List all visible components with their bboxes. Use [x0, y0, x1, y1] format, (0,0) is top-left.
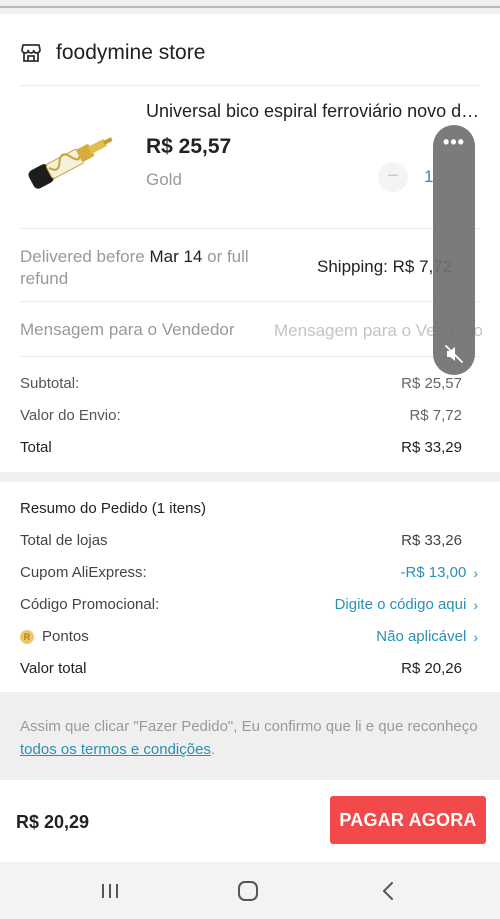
shipping-value: R$ 7,72 — [409, 407, 462, 424]
shipping-row: Valor do Envio: R$ 7,72 — [20, 407, 462, 424]
divider — [20, 228, 480, 229]
product-price: R$ 25,57 — [146, 135, 232, 158]
promo-code-label: Código Promocional: — [20, 596, 160, 613]
points-label-group: R Pontos — [20, 628, 89, 645]
terms-link[interactable]: todos os termos e condições — [20, 741, 211, 758]
store-total-row: Total R$ 33,29 — [20, 439, 462, 456]
recents-icon[interactable] — [96, 879, 124, 903]
promo-code-value: Digite o código aqui — [334, 596, 467, 613]
promo-code-row[interactable]: Código Promocional: Digite o código aqui… — [20, 596, 478, 613]
stores-total-label: Total de lojas — [20, 532, 108, 549]
terms-end: . — [210, 741, 216, 758]
store-header[interactable]: foodymine store — [20, 38, 205, 68]
order-summary-card: Resumo do Pedido (1 itens) Total de loja… — [0, 482, 500, 692]
store-icon — [21, 44, 41, 62]
grand-total-label: Valor total — [20, 660, 87, 677]
product-title[interactable]: Universal bico espiral ferroviário novo … — [146, 101, 486, 122]
points-row[interactable]: R Pontos Não aplicável › — [20, 628, 478, 645]
product-image[interactable] — [22, 120, 122, 200]
coupon-value: -R$ 13,00 — [400, 564, 467, 581]
system-nav-bar — [0, 862, 500, 919]
divider — [20, 85, 480, 86]
subtotal-value: R$ 25,57 — [401, 375, 462, 392]
shipping-cost[interactable]: Shipping: R$ 7,72 — [317, 257, 452, 277]
mute-icon[interactable] — [444, 344, 464, 364]
delivery-date: Mar 14 — [149, 247, 203, 266]
shipping-label: Valor do Envio: — [20, 407, 121, 424]
chevron-right-icon: › — [473, 564, 478, 581]
grand-total-value: R$ 20,26 — [401, 660, 462, 677]
points-label: Pontos — [42, 628, 89, 645]
store-total-value: R$ 33,29 — [401, 439, 462, 456]
chevron-right-icon: › — [473, 628, 478, 645]
coupon-link[interactable]: -R$ 13,00 › — [400, 564, 478, 581]
points-coin-icon: R — [20, 629, 34, 644]
points-link[interactable]: Não aplicável › — [376, 628, 478, 645]
store-name[interactable]: foodymine store — [56, 41, 205, 65]
divider — [20, 356, 480, 357]
divider — [20, 301, 480, 302]
message-label: Mensagem para o Vendedor — [20, 320, 235, 339]
chevron-right-icon: › — [473, 596, 478, 613]
top-edge — [0, 0, 500, 14]
stores-total-value: R$ 33,26 — [401, 532, 462, 549]
subtotal-label: Subtotal: — [20, 375, 80, 392]
delivery-prefix: Delivered before — [20, 247, 150, 266]
coupon-label: Cupom AliExpress: — [20, 564, 147, 581]
subtotal-row: Subtotal: R$ 25,57 — [20, 375, 462, 392]
floating-volume-panel[interactable]: ••• — [433, 125, 475, 375]
payment-bar: R$ 20,29 PAGAR AGORA — [0, 780, 500, 862]
grand-total-row: Valor total R$ 20,26 — [20, 660, 478, 677]
pay-now-button[interactable]: PAGAR AGORA — [330, 796, 486, 844]
quantity-minus-button[interactable]: − — [378, 162, 408, 192]
terms-text: Assim que clicar "Fazer Pedido", Eu conf… — [20, 718, 478, 735]
terms-notice: Assim que clicar "Fazer Pedido", Eu conf… — [20, 715, 480, 761]
stores-total-row: Total de lojas R$ 33,26 — [20, 532, 478, 549]
product-variant: Gold — [146, 170, 182, 189]
coupon-row[interactable]: Cupom AliExpress: -R$ 13,00 › — [20, 564, 478, 581]
home-icon[interactable] — [234, 879, 262, 903]
store-total-label: Total — [20, 439, 52, 456]
pay-amount: R$ 20,29 — [16, 812, 90, 832]
delivery-estimate: Delivered before Mar 14 or full refund — [20, 246, 290, 290]
more-options-icon[interactable]: ••• — [433, 133, 475, 151]
back-icon[interactable] — [374, 879, 402, 903]
order-summary-title: Resumo do Pedido (1 itens) — [20, 500, 206, 517]
promo-code-link[interactable]: Digite o código aqui › — [335, 596, 478, 613]
store-card: foodymine store Universal bico espiral f… — [0, 14, 500, 472]
points-value: Não aplicável — [376, 628, 467, 645]
